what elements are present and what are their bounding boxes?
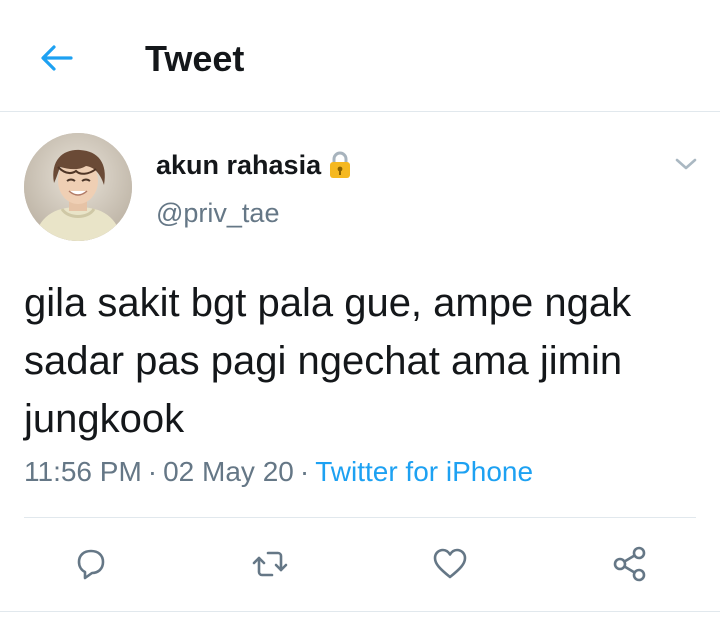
share-button[interactable] (608, 542, 652, 586)
meta-separator: · (147, 456, 158, 487)
tweet-detail-screen: Tweet akun rahasia @priv_tae gila sakit … (0, 0, 720, 625)
tweet-options-button[interactable] (670, 150, 702, 178)
tweet-date: 02 May 20 (163, 456, 294, 487)
page-title: Tweet (145, 38, 245, 79)
avatar-image (24, 133, 132, 241)
heart-icon (433, 548, 467, 579)
like-button[interactable] (428, 542, 472, 586)
meta-separator: · (299, 456, 310, 487)
tweet-meta: 11:56 PM · 02 May 20 · Twitter for iPhone (24, 454, 533, 490)
display-name[interactable]: akun rahasia (156, 148, 353, 182)
reply-icon (77, 549, 105, 580)
retweet-icon (252, 551, 288, 577)
share-icon (613, 546, 646, 582)
back-button[interactable] (36, 38, 76, 78)
retweet-button[interactable] (248, 542, 292, 586)
divider (0, 611, 720, 612)
avatar[interactable] (24, 133, 132, 241)
display-name-text: akun rahasia (156, 150, 322, 180)
divider (24, 517, 696, 518)
lock-icon (327, 150, 353, 180)
tweet-text: gila sakit bgt pala gue, ampe ngak sadar… (24, 281, 632, 441)
user-handle[interactable]: @priv_tae (156, 196, 279, 230)
tweet-time: 11:56 PM (24, 456, 142, 487)
reply-button[interactable] (69, 542, 113, 586)
chevron-down-icon (675, 158, 697, 170)
tweet-action-bar (0, 540, 720, 590)
arrow-left-icon (41, 45, 73, 71)
top-app-bar: Tweet (0, 0, 720, 112)
tweet-source-link[interactable]: Twitter for iPhone (315, 456, 533, 487)
